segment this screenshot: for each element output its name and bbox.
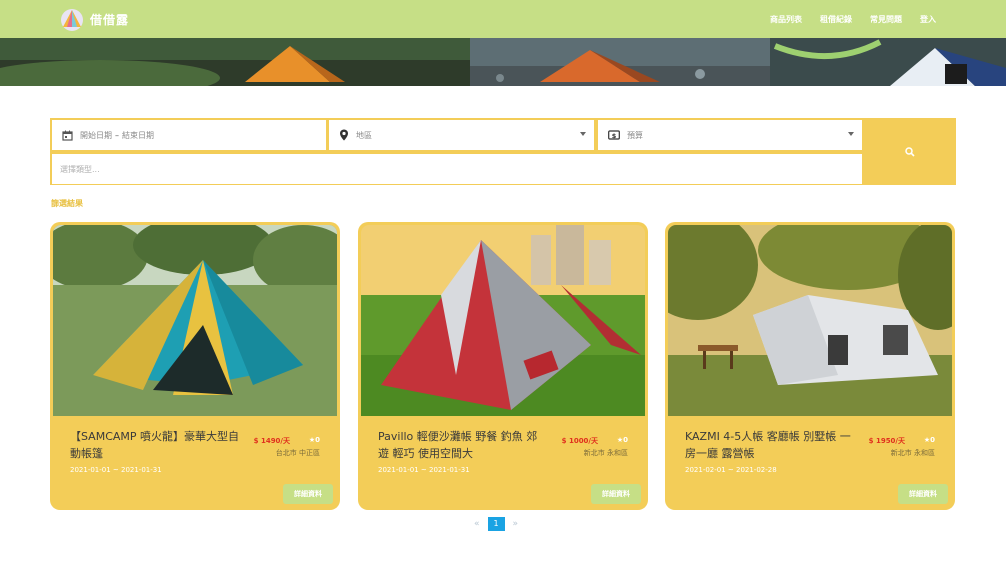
details-button[interactable]: 詳細資料 [591, 484, 641, 504]
svg-text:$: $ [612, 132, 617, 140]
product-rating: ★0 [923, 436, 935, 444]
nav-links: 商品列表 租借紀錄 常見問題 登入 [770, 0, 936, 38]
product-dates: 2021-01-01 ~ 2021-01-31 [378, 466, 470, 474]
chevron-down-icon [848, 132, 854, 136]
product-rating: ★0 [308, 436, 320, 444]
product-image[interactable] [668, 225, 952, 416]
hero-banner-image [0, 38, 1006, 86]
next-page-button[interactable]: » [513, 519, 519, 529]
product-card[interactable]: 【SAMCAMP 噴火龍】豪華大型自動帳篷 $ 1490/天 ★0 台北市 中正… [50, 222, 340, 510]
pagination: « 1 » [474, 516, 518, 531]
product-card[interactable]: KAZMI 4-5人帳 客廳帳 別墅帳 一房一廳 露營帳 $ 1950/天 ★0… [665, 222, 955, 510]
budget-select[interactable]: $ 預算 [598, 120, 862, 150]
type-placeholder: 選擇類型... [60, 164, 100, 174]
product-card[interactable]: Pavillo 輕便沙灘帳 野餐 釣魚 郊遊 輕巧 使用空間大 $ 1000/天… [358, 222, 648, 510]
nav-link-rental-records[interactable]: 租借紀錄 [820, 14, 852, 25]
page-button-current[interactable]: 1 [487, 516, 505, 531]
details-button[interactable]: 詳細資料 [898, 484, 948, 504]
details-button[interactable]: 詳細資料 [283, 484, 333, 504]
date-separator: – [115, 130, 119, 140]
product-title: KAZMI 4-5人帳 客廳帳 別墅帳 一房一廳 露營帳 [685, 430, 851, 460]
product-location: 新北市 永和區 [890, 449, 935, 457]
product-price: $ 1950/天 [868, 437, 905, 445]
search-icon [905, 146, 915, 157]
product-dates: 2021-02-01 ~ 2021-02-28 [685, 466, 777, 474]
date-range-input[interactable]: 開始日期 – 結束日期 [52, 120, 326, 150]
product-image[interactable] [53, 225, 337, 416]
filter-results-label: 篩選結果 [51, 199, 83, 208]
calendar-icon [62, 130, 73, 141]
product-image[interactable] [361, 225, 645, 416]
region-select[interactable]: 地區 [329, 120, 594, 150]
product-price: $ 1490/天 [253, 437, 290, 445]
start-date-placeholder: 開始日期 [80, 130, 112, 140]
prev-page-button[interactable]: « [474, 519, 480, 529]
product-title: Pavillo 輕便沙灘帳 野餐 釣魚 郊遊 輕巧 使用空間大 [378, 430, 538, 460]
product-price: $ 1000/天 [561, 437, 598, 445]
location-pin-icon [340, 129, 348, 141]
brand-name[interactable]: 借借露 [90, 11, 129, 28]
search-button[interactable] [864, 118, 956, 185]
product-location: 新北市 永和區 [583, 449, 628, 457]
nav-link-products[interactable]: 商品列表 [770, 14, 802, 25]
top-navbar: 借借露 商品列表 租借紀錄 常見問題 登入 [0, 0, 1006, 38]
tent-logo-icon[interactable] [60, 7, 84, 31]
money-icon: $ [608, 130, 620, 140]
product-title: 【SAMCAMP 噴火龍】豪華大型自動帳篷 [70, 430, 240, 460]
nav-link-faq[interactable]: 常見問題 [870, 14, 902, 25]
search-panel: 開始日期 – 結束日期 地區 $ 預算 選擇類型... [50, 118, 956, 185]
product-rating: ★0 [616, 436, 628, 444]
product-location: 台北市 中正區 [275, 449, 320, 457]
end-date-placeholder: 結束日期 [122, 130, 154, 140]
region-placeholder: 地區 [356, 130, 372, 140]
nav-link-login[interactable]: 登入 [920, 14, 936, 25]
chevron-down-icon [580, 132, 586, 136]
product-dates: 2021-01-01 ~ 2021-01-31 [70, 466, 162, 474]
type-select-input[interactable]: 選擇類型... [52, 154, 862, 184]
budget-placeholder: 預算 [627, 130, 643, 140]
